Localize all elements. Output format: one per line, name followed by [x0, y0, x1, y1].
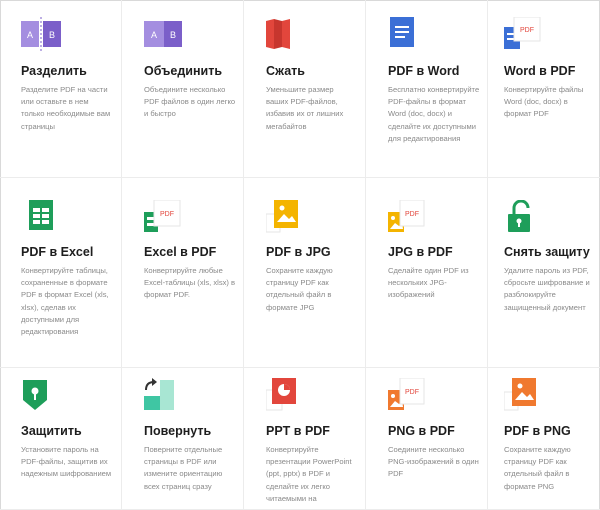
tool-rotate[interactable]: Повернуть Поверните отдельные страницы в… — [122, 368, 244, 510]
tool-title: Повернуть — [144, 424, 212, 438]
tool-pdf-to-excel[interactable]: PDF в Excel Конвертируйте таблицы, сохра… — [0, 178, 122, 368]
tool-merge[interactable]: A B Объединить Объедините несколько PDF … — [122, 0, 244, 178]
tool-title: Word в PDF — [504, 64, 576, 78]
tool-description: Удалите пароль из PDF, сбросьте шифрован… — [504, 266, 590, 312]
pdf-to-jpg-icon — [266, 200, 298, 233]
pdf-to-excel-icon — [29, 200, 53, 230]
ppt-to-pdf-icon — [266, 378, 296, 411]
tool-description: Сохраните каждую страницу PDF как отдель… — [266, 266, 333, 312]
svg-text:B: B — [49, 30, 55, 40]
tool-title: Сжать — [266, 64, 305, 78]
png-to-pdf-icon: PDF — [388, 378, 425, 410]
tool-excel-to-pdf[interactable]: PDF Excel в PDF Конвертируйте любые Exce… — [122, 178, 244, 368]
tool-description: Соедините несколько PNG-изображений в од… — [388, 445, 479, 479]
protect-icon — [23, 380, 47, 410]
tool-description: Конвертируйте файлы Word (doc, docx) в ф… — [504, 85, 584, 119]
tools-grid: A B Разделить Разделите PDF на части или… — [0, 0, 600, 510]
pdf-to-png-icon — [504, 378, 536, 411]
tool-split[interactable]: A B Разделить Разделите PDF на части или… — [0, 0, 122, 178]
merge-icon: A B — [144, 21, 182, 47]
tool-title: PDF в Excel — [21, 245, 94, 259]
pdf-to-word-icon — [390, 17, 414, 47]
svg-text:B: B — [170, 30, 176, 40]
tool-title: Разделить — [21, 64, 87, 78]
tool-title: PNG в PDF — [388, 424, 455, 438]
tool-title: PDF в Word — [388, 64, 460, 78]
tool-description: Поверните отдельные страницы в PDF или и… — [144, 445, 223, 491]
tool-title: Объединить — [144, 64, 223, 78]
tool-pdf-to-png[interactable]: PDF в PNG Сохраните каждую страницу PDF … — [488, 368, 600, 510]
svg-text:A: A — [151, 30, 157, 40]
tool-description: Объедините несколько PDF файлов в один л… — [144, 85, 236, 119]
word-to-pdf-icon: PDF — [504, 17, 541, 49]
tool-pdf-to-word[interactable]: PDF в Word Бесплатно конвертируйте PDF-ф… — [366, 0, 488, 178]
tool-title: PDF в PNG — [504, 424, 571, 438]
tool-unlock[interactable]: Снять защиту Удалите пароль из PDF, сбро… — [488, 178, 600, 368]
tool-description: Конвертируйте таблицы, сохраненные в фор… — [21, 266, 109, 337]
unlock-icon — [508, 200, 530, 232]
tool-description: Установите пароль на PDF-файлы, защитив … — [21, 445, 112, 479]
tool-title: JPG в PDF — [388, 245, 453, 259]
tool-description: Разделите PDF на части или оставьте в не… — [21, 85, 111, 131]
tool-title: PDF в JPG — [266, 245, 331, 259]
tool-jpg-to-pdf[interactable]: PDF JPG в PDF Сделайте один PDF из неско… — [366, 178, 488, 368]
tool-title: Снять защиту — [504, 245, 590, 259]
tool-compress[interactable]: Сжать Уменьшите размер ваших PDF-файлов,… — [244, 0, 366, 178]
tool-title: Excel в PDF — [144, 245, 217, 259]
svg-text:PDF: PDF — [405, 389, 419, 396]
tool-description: Конвертируйте любые Excel-таблицы (xls, … — [144, 266, 236, 300]
tool-png-to-pdf[interactable]: PDF PNG в PDF Соедините несколько PNG-из… — [366, 368, 488, 510]
tool-ppt-to-pdf[interactable]: PPT в PDF Конвертируйте презентации Powe… — [244, 368, 366, 510]
tool-description: Сделайте один PDF из нескольких JPG-изоб… — [388, 266, 469, 300]
svg-text:A: A — [27, 30, 33, 40]
tool-description: Конвертируйте презентации PowerPoint (pp… — [266, 445, 352, 503]
tool-description: Сохраните каждую страницу PDF как отдель… — [504, 445, 571, 491]
compress-icon — [266, 19, 290, 49]
tool-title: Защитить — [21, 424, 82, 438]
excel-to-pdf-icon: PDF — [144, 200, 181, 232]
tool-title: PPT в PDF — [266, 424, 330, 438]
svg-text:PDF: PDF — [160, 211, 174, 218]
tool-protect[interactable]: Защитить Установите пароль на PDF-файлы,… — [0, 368, 122, 510]
tool-word-to-pdf[interactable]: PDF Word в PDF Конвертируйте файлы Word … — [488, 0, 600, 178]
tool-pdf-to-jpg[interactable]: PDF в JPG Сохраните каждую страницу PDF … — [244, 178, 366, 368]
svg-text:PDF: PDF — [405, 211, 419, 218]
split-icon: A B — [21, 17, 61, 51]
jpg-to-pdf-icon: PDF — [388, 200, 425, 232]
tool-description: Бесплатно конвертируйте PDF-файлы в форм… — [388, 85, 480, 143]
svg-text:PDF: PDF — [520, 27, 534, 34]
rotate-icon — [144, 378, 174, 410]
tool-description: Уменьшите размер ваших PDF-файлов, избав… — [266, 85, 344, 131]
